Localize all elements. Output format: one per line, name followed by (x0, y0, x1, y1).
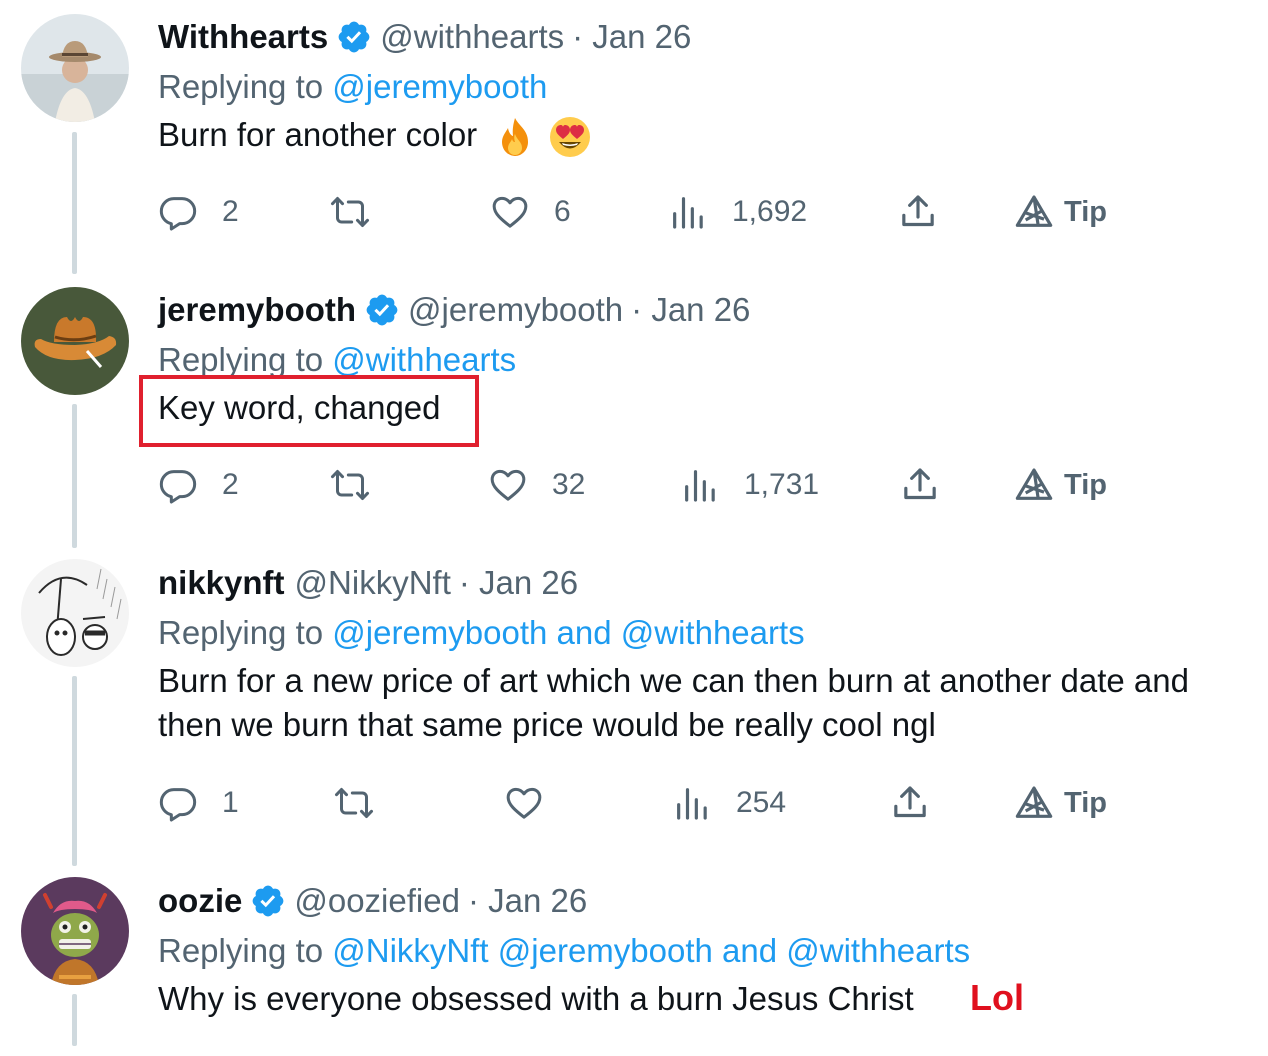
views-button[interactable]: 254 (672, 781, 786, 825)
handle[interactable]: @ooziefied (294, 881, 460, 921)
avatar[interactable] (21, 287, 129, 395)
retweet-icon (331, 470, 369, 500)
reply-icon (159, 470, 197, 504)
like-count: 32 (552, 468, 586, 501)
views-icon (685, 470, 715, 502)
retweet-button[interactable] (330, 463, 370, 507)
reply-count: 1 (222, 786, 239, 819)
views-count: 254 (736, 786, 787, 819)
reply-icon (159, 788, 197, 822)
reply-button[interactable]: 1 (158, 781, 239, 825)
thread-line (72, 404, 77, 548)
like-button[interactable]: 6 (490, 190, 571, 234)
reply-count: 2 (222, 195, 239, 228)
action-bar: 2 32 1,731 Tip (158, 463, 1258, 507)
views-button[interactable]: 1,731 (680, 463, 819, 507)
like-icon (506, 787, 542, 819)
thread-line (72, 676, 77, 866)
like-count: 6 (554, 195, 571, 228)
tip-button[interactable]: Tip (1014, 190, 1107, 234)
share-button[interactable] (900, 463, 940, 507)
tip-label: Tip (1064, 468, 1107, 501)
handle[interactable]: @NikkyNft (295, 563, 451, 603)
tip-button[interactable]: Tip (1014, 463, 1107, 507)
tweet-text-line: Burn for a new price of art which we can… (158, 662, 1189, 699)
share-icon (902, 195, 934, 227)
highlight-box (139, 375, 479, 447)
replying-to-label: Replying to (158, 68, 333, 105)
tip-label: Tip (1064, 786, 1107, 819)
timestamp[interactable]: · Jan 26 (631, 290, 750, 330)
timestamp[interactable]: · Jan 26 (459, 563, 578, 603)
views-button[interactable]: 1,692 (668, 190, 807, 234)
like-button[interactable] (504, 781, 544, 825)
tweet-text: Burn for another color (158, 116, 478, 153)
tweet-text: Why is everyone obsessed with a burn Jes… (158, 980, 914, 1017)
tip-label: Tip (1064, 195, 1107, 228)
reply-button[interactable]: 2 (158, 463, 239, 507)
avatar[interactable] (21, 14, 129, 122)
display-name[interactable]: nikkynft (158, 563, 285, 603)
lol-annotation: Lol (970, 977, 1024, 1018)
heart-eyes-emoji-icon (549, 117, 590, 158)
mention-link[interactable]: @NikkyNft @jeremybooth and @withhearts (332, 932, 970, 969)
tip-button[interactable]: Tip (1014, 781, 1107, 825)
retweet-icon (331, 197, 369, 227)
timestamp[interactable]: · Jan 26 (572, 17, 691, 57)
mention-link[interactable]: @jeremybooth and @withhearts (332, 614, 804, 651)
fire-emoji-icon (502, 118, 529, 157)
replying-to-label: Replying to (158, 614, 333, 651)
share-icon (894, 786, 926, 818)
tip-icon (1015, 786, 1053, 818)
share-button[interactable] (898, 190, 938, 234)
replying-to-label: Replying to (158, 932, 333, 969)
reply-button[interactable]: 2 (158, 190, 239, 234)
mention-link[interactable]: @jeremybooth (332, 68, 547, 105)
handle[interactable]: @withhearts (380, 17, 564, 57)
verified-badge-icon (338, 21, 370, 53)
retweet-button[interactable] (330, 190, 370, 234)
replying-to-label: Replying to (158, 341, 333, 378)
retweet-icon (335, 788, 373, 818)
display-name[interactable]: oozie (158, 881, 242, 921)
reply-count: 2 (222, 468, 239, 501)
thread-line (72, 994, 77, 1046)
tweet[interactable]: oozie @ooziefied · Jan 26 Replying to @N… (158, 881, 1258, 1021)
tweet[interactable]: Withhearts @withhearts · Jan 26 Replying… (158, 17, 1258, 159)
verified-badge-icon (366, 294, 398, 326)
action-bar: 1 254 Tip (158, 781, 1258, 825)
timestamp[interactable]: · Jan 26 (468, 881, 587, 921)
views-count: 1,692 (732, 195, 808, 228)
views-icon (673, 197, 703, 229)
display-name[interactable]: jeremybooth (158, 290, 356, 330)
like-icon (492, 196, 528, 228)
thread-line (72, 132, 77, 274)
tweet-text-line: then we burn that same price would be re… (158, 706, 936, 743)
like-button[interactable]: 32 (488, 463, 585, 507)
tip-icon (1015, 195, 1053, 227)
retweet-button[interactable] (334, 781, 374, 825)
tip-icon (1015, 468, 1053, 500)
handle[interactable]: @jeremybooth (408, 290, 623, 330)
share-icon (904, 468, 936, 500)
like-icon (490, 469, 526, 501)
action-bar: 2 6 1,692 Tip (158, 190, 1258, 234)
share-button[interactable] (890, 781, 930, 825)
tweet[interactable]: nikkynft @NikkyNft · Jan 26 Replying to … (158, 563, 1258, 747)
avatar[interactable] (21, 559, 129, 667)
avatar[interactable] (21, 877, 129, 985)
mention-link[interactable]: @withhearts (332, 341, 516, 378)
display-name[interactable]: Withhearts (158, 17, 328, 57)
reply-icon (159, 197, 197, 231)
views-count: 1,731 (744, 468, 820, 501)
views-icon (677, 788, 707, 820)
verified-badge-icon (252, 885, 284, 917)
